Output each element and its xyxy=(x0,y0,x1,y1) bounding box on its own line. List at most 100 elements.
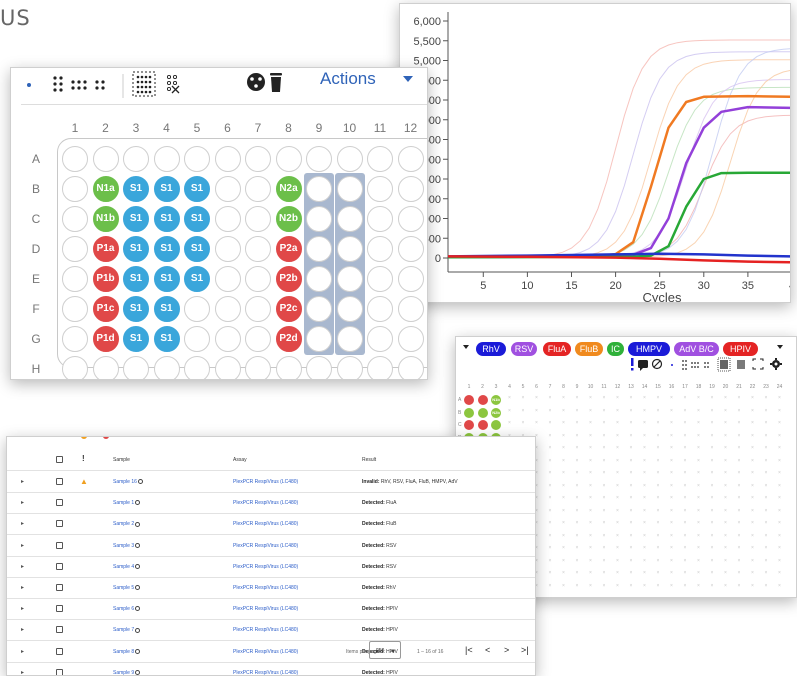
empty-well-marker[interactable]: × xyxy=(761,570,771,576)
sample-column-header[interactable]: Sample xyxy=(113,457,130,463)
sample-link[interactable]: Sample 2 xyxy=(113,521,141,527)
plate-well[interactable] xyxy=(62,356,88,379)
empty-well-marker[interactable]: × xyxy=(599,470,609,476)
plate-well[interactable] xyxy=(214,356,241,379)
plate-well[interactable] xyxy=(306,206,332,232)
table-row[interactable]: ▸ Sample 2 PlexPCR RespiVirus (LC480) Detec… xyxy=(7,513,535,536)
empty-well-marker[interactable]: × xyxy=(572,545,582,551)
empty-well-marker[interactable]: × xyxy=(586,508,596,514)
plate-well[interactable] xyxy=(184,296,210,322)
plate-well[interactable] xyxy=(123,356,149,379)
empty-well-marker[interactable]: × xyxy=(775,508,785,514)
column-label[interactable]: 8 xyxy=(276,121,302,135)
plate-well[interactable]: P1c xyxy=(92,296,119,322)
empty-well-marker[interactable]: × xyxy=(680,545,690,551)
clear-selection-icon[interactable] xyxy=(737,360,745,369)
block-icon[interactable] xyxy=(651,358,663,370)
empty-well-marker[interactable]: × xyxy=(761,533,771,539)
empty-well-marker[interactable]: × xyxy=(721,570,731,576)
plate-well[interactable] xyxy=(62,326,88,352)
column-label[interactable]: 6 xyxy=(215,121,241,135)
empty-well-marker[interactable]: × xyxy=(694,470,704,476)
column-label[interactable]: 22 xyxy=(748,384,758,390)
plate-well[interactable]: S1 xyxy=(153,176,180,202)
empty-well-marker[interactable]: × xyxy=(599,508,609,514)
empty-well-marker[interactable]: × xyxy=(694,458,704,464)
plate-well[interactable]: S1 xyxy=(184,176,210,202)
empty-well-marker[interactable]: × xyxy=(613,395,623,401)
plate-well[interactable]: S1 xyxy=(153,326,180,352)
plate-well[interactable] xyxy=(367,206,393,232)
plate-well[interactable] xyxy=(367,326,393,352)
empty-well-marker[interactable]: × xyxy=(775,470,785,476)
assay-link[interactable]: PlexPCR RespiVirus (LC480) xyxy=(233,543,298,549)
empty-well-marker[interactable]: × xyxy=(626,583,636,589)
empty-well-marker[interactable]: × xyxy=(640,433,650,439)
empty-well-marker[interactable]: × xyxy=(653,420,663,426)
plate-well[interactable] xyxy=(306,236,332,262)
column-label[interactable]: 9 xyxy=(572,384,582,390)
plate-well[interactable] xyxy=(477,395,488,405)
empty-well-marker[interactable]: × xyxy=(532,395,542,401)
empty-well-marker[interactable]: × xyxy=(559,583,569,589)
plate-well[interactable]: P1a xyxy=(92,236,119,262)
column-select-icon[interactable] xyxy=(53,76,63,92)
plate-well[interactable] xyxy=(367,266,393,292)
empty-well-marker[interactable]: × xyxy=(545,445,555,451)
empty-well-marker[interactable]: × xyxy=(707,458,717,464)
empty-well-marker[interactable]: × xyxy=(653,583,663,589)
result-column-header[interactable]: Result xyxy=(362,457,376,463)
empty-well-marker[interactable]: × xyxy=(545,570,555,576)
column-label[interactable]: 3 xyxy=(123,121,149,135)
plate-well[interactable]: S1 xyxy=(123,206,149,232)
empty-well-marker[interactable]: × xyxy=(680,420,690,426)
row-label[interactable]: G xyxy=(29,332,43,346)
items-per-page-select[interactable]: 250 xyxy=(369,641,401,659)
empty-well-marker[interactable]: × xyxy=(653,483,663,489)
select-all-icon[interactable] xyxy=(132,71,156,97)
empty-well-marker[interactable]: × xyxy=(694,520,704,526)
plate-well[interactable] xyxy=(306,146,332,172)
plate-well[interactable] xyxy=(153,146,180,172)
empty-well-marker[interactable]: × xyxy=(545,508,555,514)
empty-well-marker[interactable]: × xyxy=(653,520,663,526)
empty-well-marker[interactable]: × xyxy=(640,508,650,514)
plate-well[interactable] xyxy=(336,296,363,322)
empty-well-marker[interactable]: × xyxy=(721,433,731,439)
plate-well[interactable]: N1a xyxy=(92,176,119,202)
column-label[interactable]: 14 xyxy=(640,384,650,390)
empty-well-marker[interactable]: × xyxy=(586,483,596,489)
empty-well-marker[interactable]: × xyxy=(559,470,569,476)
empty-well-marker[interactable]: × xyxy=(775,408,785,414)
empty-well-marker[interactable]: × xyxy=(545,420,555,426)
empty-well-marker[interactable]: × xyxy=(572,420,582,426)
row-checkbox[interactable] xyxy=(56,584,63,591)
plate-well[interactable] xyxy=(306,176,332,202)
empty-well-marker[interactable]: × xyxy=(775,483,785,489)
sample-link[interactable]: Sample 4 xyxy=(113,564,141,570)
plate-well[interactable]: P1b xyxy=(92,266,119,292)
empty-well-marker[interactable]: × xyxy=(694,583,704,589)
empty-well-marker[interactable]: × xyxy=(707,508,717,514)
empty-well-marker[interactable]: × xyxy=(640,483,650,489)
empty-well-marker[interactable]: × xyxy=(667,520,677,526)
plate-well[interactable] xyxy=(62,206,88,232)
empty-well-marker[interactable]: × xyxy=(518,395,528,401)
empty-well-marker[interactable]: × xyxy=(707,570,717,576)
empty-well-marker[interactable]: × xyxy=(653,558,663,564)
empty-well-marker[interactable]: × xyxy=(626,458,636,464)
plate-well[interactable]: N1b xyxy=(92,206,119,232)
empty-well-marker[interactable]: × xyxy=(572,508,582,514)
column-label[interactable]: 2 xyxy=(93,121,119,135)
plate-well[interactable]: S1 xyxy=(123,296,149,322)
empty-well-marker[interactable]: × xyxy=(572,533,582,539)
empty-well-marker[interactable]: × xyxy=(545,408,555,414)
empty-well-marker[interactable]: × xyxy=(694,508,704,514)
empty-well-marker[interactable]: × xyxy=(748,520,758,526)
empty-well-marker[interactable]: × xyxy=(734,495,744,501)
plate-well[interactable] xyxy=(153,356,180,379)
assay-link[interactable]: PlexPCR RespiVirus (LC480) xyxy=(233,479,298,485)
plate-well[interactable] xyxy=(336,266,363,292)
empty-well-marker[interactable]: × xyxy=(748,508,758,514)
plate-well[interactable]: S1 xyxy=(123,236,149,262)
